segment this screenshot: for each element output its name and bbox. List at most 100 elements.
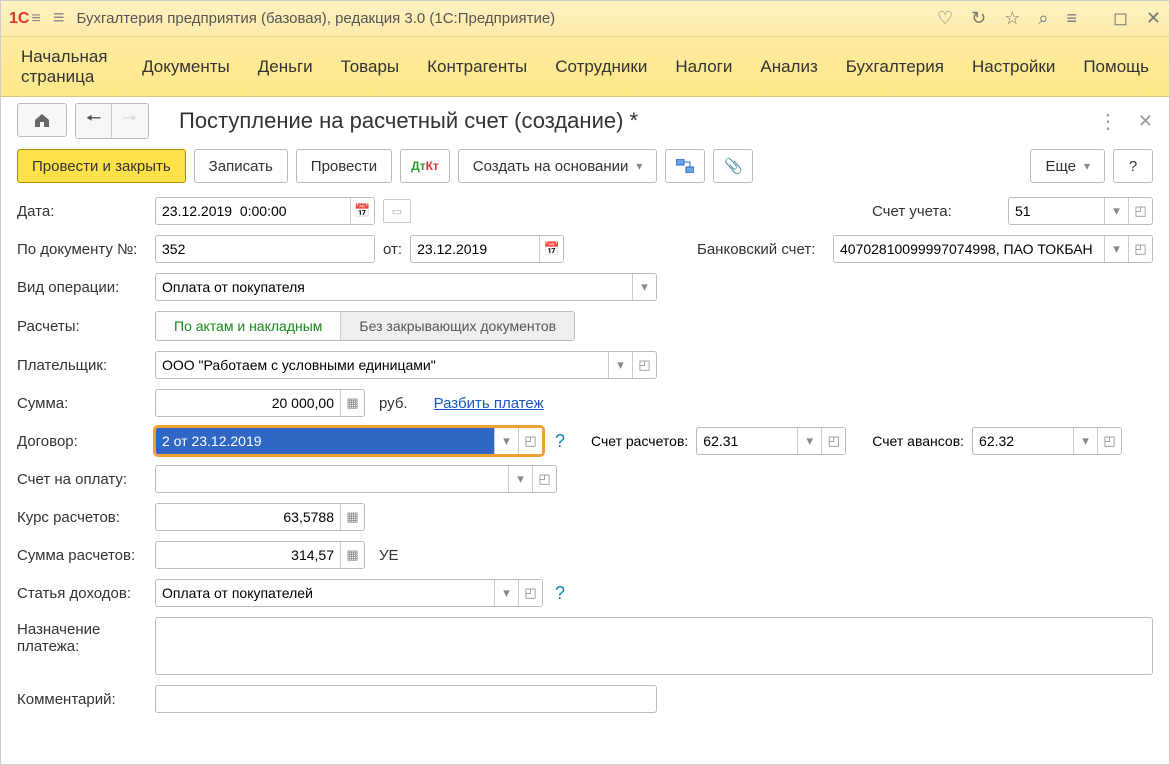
star-icon[interactable]: ☆ xyxy=(1004,8,1020,29)
dropdown-icon[interactable]: ▾ xyxy=(632,274,656,300)
label-op-type: Вид операции: xyxy=(17,279,147,296)
dropdown-icon[interactable]: ▾ xyxy=(494,580,518,606)
restore-icon[interactable]: ◻ xyxy=(1113,8,1128,29)
home-button[interactable] xyxy=(17,103,67,137)
quick-entry-button[interactable]: ▭ xyxy=(383,199,411,223)
payer-field[interactable]: ▾ ◰ xyxy=(155,351,657,379)
open-icon[interactable]: ◰ xyxy=(1128,236,1152,262)
by-acts-option[interactable]: По актам и накладным xyxy=(156,312,341,340)
bank-acct-input[interactable] xyxy=(834,236,1104,262)
menu-help[interactable]: Помощь xyxy=(1083,57,1149,77)
forward-button[interactable]: 🠖 xyxy=(112,104,148,138)
search-icon[interactable]: ⌕ xyxy=(1038,8,1048,29)
contract-hint-icon[interactable]: ? xyxy=(555,431,565,452)
menu-counterparties[interactable]: Контрагенты xyxy=(427,57,527,77)
no-closing-option[interactable]: Без закрывающих документов xyxy=(341,312,574,340)
comment-field[interactable] xyxy=(155,685,657,713)
calendar-icon[interactable]: 📅 xyxy=(539,236,563,262)
menu-taxes[interactable]: Налоги xyxy=(675,57,732,77)
menu-start[interactable]: Начальная страница xyxy=(21,47,114,87)
doc-date-field[interactable]: 📅 xyxy=(410,235,564,263)
op-type-input[interactable] xyxy=(156,274,632,300)
open-icon[interactable]: ◰ xyxy=(632,352,656,378)
main-menu: Начальная страница Документы Деньги Това… xyxy=(1,37,1169,97)
attachment-button[interactable]: 📎 xyxy=(713,149,753,183)
related-button[interactable] xyxy=(665,149,705,183)
calc-icon[interactable]: ▦ xyxy=(340,542,364,568)
settle-acct-input[interactable] xyxy=(697,428,797,454)
dropdown-icon[interactable]: ▾ xyxy=(508,466,532,492)
invoice-input[interactable] xyxy=(156,466,508,492)
advance-acct-field[interactable]: ▾ ◰ xyxy=(972,427,1122,455)
calc-icon[interactable]: ▦ xyxy=(340,504,364,530)
debit-credit-button[interactable]: ДтКт xyxy=(400,149,450,183)
date-field[interactable]: 📅 xyxy=(155,197,375,225)
split-payment-link[interactable]: Разбить платеж xyxy=(434,395,544,412)
rate-field[interactable]: ▦ xyxy=(155,503,365,531)
op-type-field[interactable]: ▾ xyxy=(155,273,657,301)
dropdown-icon[interactable]: ▾ xyxy=(1104,198,1128,224)
menu-accounting[interactable]: Бухгалтерия xyxy=(846,57,944,77)
more-button[interactable]: Еще xyxy=(1030,149,1105,183)
label-rate: Курс расчетов: xyxy=(17,509,147,526)
bank-acct-field[interactable]: ▾ ◰ xyxy=(833,235,1153,263)
sum-field[interactable]: ▦ xyxy=(155,389,365,417)
contract-field[interactable]: ▾ ◰ xyxy=(155,427,543,455)
doc-header: 🠔 🠖 Поступление на расчетный счет (созда… xyxy=(17,103,1153,139)
dt-icon: Дт xyxy=(411,159,425,173)
open-icon[interactable]: ◰ xyxy=(1128,198,1152,224)
menu-analysis[interactable]: Анализ xyxy=(760,57,817,77)
invoice-field[interactable]: ▾ ◰ xyxy=(155,465,557,493)
menu-documents[interactable]: Документы xyxy=(142,57,230,77)
post-and-close-button[interactable]: Провести и закрыть xyxy=(17,149,186,183)
docno-input[interactable] xyxy=(156,236,374,262)
back-button[interactable]: 🠔 xyxy=(76,104,112,138)
dropdown-icon[interactable]: ▾ xyxy=(608,352,632,378)
help-button[interactable]: ? xyxy=(1113,149,1153,183)
menu-money[interactable]: Деньги xyxy=(258,57,313,77)
doc-date-input[interactable] xyxy=(411,236,539,262)
open-icon[interactable]: ◰ xyxy=(532,466,556,492)
settle-acct-field[interactable]: ▾ ◰ xyxy=(696,427,846,455)
filter-icon[interactable]: ≡ xyxy=(1066,8,1077,29)
menu-goods[interactable]: Товары xyxy=(341,57,399,77)
dropdown-icon[interactable]: ▾ xyxy=(494,428,518,454)
doc-more-icon[interactable]: ⋮ xyxy=(1098,109,1118,134)
open-icon[interactable]: ◰ xyxy=(1097,428,1121,454)
settle-sum-unit: УЕ xyxy=(379,547,399,564)
doc-close-icon[interactable]: ✕ xyxy=(1138,111,1153,132)
sum-input[interactable] xyxy=(156,390,340,416)
calendar-icon[interactable]: 📅 xyxy=(350,198,374,224)
advance-acct-input[interactable] xyxy=(973,428,1073,454)
date-input[interactable] xyxy=(156,198,350,224)
income-hint-icon[interactable]: ? xyxy=(555,583,565,604)
rate-input[interactable] xyxy=(156,504,340,530)
post-button[interactable]: Провести xyxy=(296,149,392,183)
dropdown-icon[interactable]: ▾ xyxy=(1073,428,1097,454)
save-button[interactable]: Записать xyxy=(194,149,288,183)
purpose-textarea[interactable] xyxy=(155,617,1153,675)
dropdown-icon[interactable]: ▾ xyxy=(797,428,821,454)
income-item-input[interactable] xyxy=(156,580,494,606)
settle-sum-input[interactable] xyxy=(156,542,340,568)
account-input[interactable] xyxy=(1009,198,1104,224)
create-based-button[interactable]: Создать на основании xyxy=(458,149,658,183)
menu-settings[interactable]: Настройки xyxy=(972,57,1055,77)
settle-sum-field[interactable]: ▦ xyxy=(155,541,365,569)
open-icon[interactable]: ◰ xyxy=(518,428,542,454)
account-field[interactable]: ▾ ◰ xyxy=(1008,197,1153,225)
menu-employees[interactable]: Сотрудники xyxy=(555,57,647,77)
dropdown-icon[interactable]: ▾ xyxy=(1104,236,1128,262)
hamburger-icon[interactable]: ≡ xyxy=(53,7,65,30)
close-window-icon[interactable]: ✕ xyxy=(1146,8,1161,29)
contract-input[interactable] xyxy=(156,428,494,454)
open-icon[interactable]: ◰ xyxy=(518,580,542,606)
calc-icon[interactable]: ▦ xyxy=(340,390,364,416)
docno-field[interactable] xyxy=(155,235,375,263)
history-icon[interactable]: ↻ xyxy=(971,8,986,29)
bell-icon[interactable]: ♡ xyxy=(937,8,953,29)
open-icon[interactable]: ◰ xyxy=(821,428,845,454)
payer-input[interactable] xyxy=(156,352,608,378)
comment-input[interactable] xyxy=(156,686,656,712)
income-item-field[interactable]: ▾ ◰ xyxy=(155,579,543,607)
